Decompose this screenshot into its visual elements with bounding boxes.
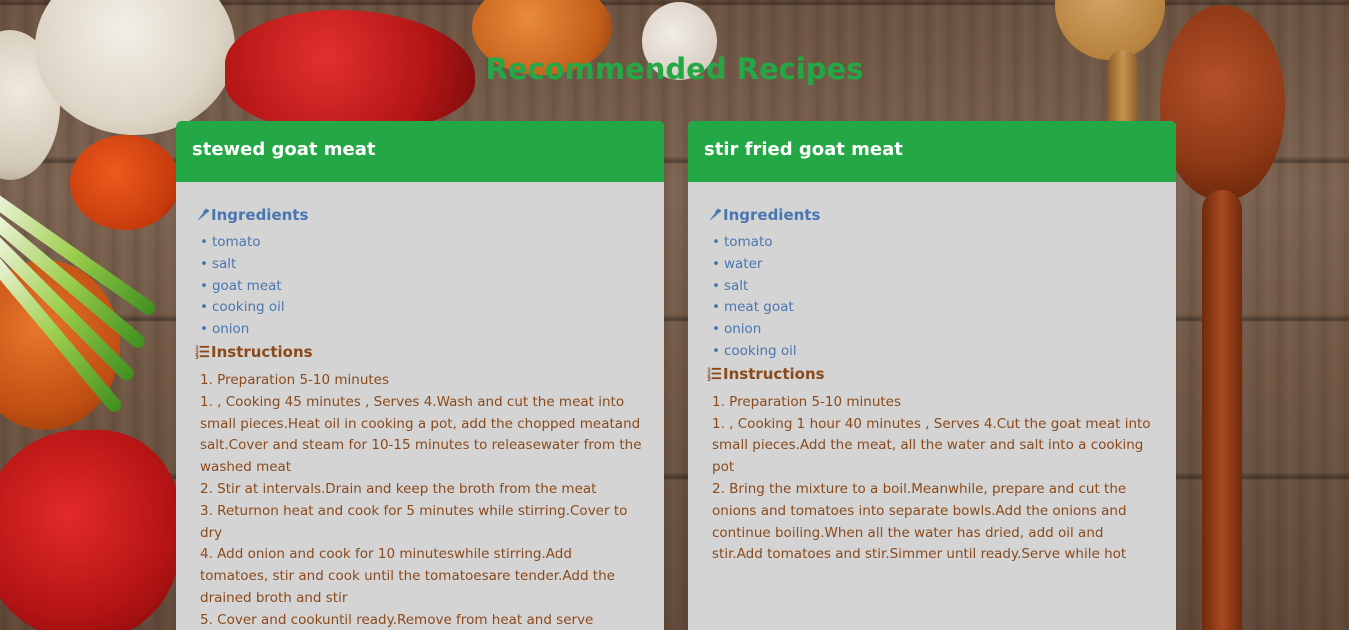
ingredients-heading-label: Ingredients	[211, 206, 309, 224]
instructions-list: 1. Preparation 5-10 minutes 1. , Cooking…	[707, 392, 1156, 566]
carrot-icon	[196, 208, 210, 221]
recipe-body: Ingredients tomato water salt meat goat …	[688, 182, 1176, 566]
tomato-image	[70, 135, 180, 230]
list-ol-icon: 1 2 3	[195, 346, 210, 359]
svg-text:3: 3	[195, 355, 199, 359]
list-item: goat meat	[200, 276, 644, 298]
wooden-spoon-image	[1055, 0, 1165, 60]
list-item: tomato	[712, 232, 1156, 254]
list-item: cooking oil	[712, 341, 1156, 363]
recipe-card: stewed goat meat Ingredients tomato salt…	[176, 121, 664, 630]
list-item: 4. Add onion and cook for 10 minuteswhil…	[200, 546, 615, 606]
wooden-spoon-image	[1160, 5, 1285, 200]
list-item: onion	[712, 319, 1156, 341]
ingredients-heading: Ingredients	[707, 204, 1156, 226]
wooden-spoon-handle	[1202, 190, 1242, 630]
carrot-icon	[708, 208, 722, 221]
page-title: Recommended Recipes	[485, 52, 864, 86]
ingredients-list: tomato salt goat meat cooking oil onion	[195, 232, 644, 341]
red-pepper-image	[0, 430, 180, 630]
ingredients-list: tomato water salt meat goat onion cookin…	[707, 232, 1156, 363]
list-item: cooking oil	[200, 297, 644, 319]
svg-text:3: 3	[707, 377, 711, 381]
recipe-title: stir fried goat meat	[688, 121, 1176, 182]
list-item: water	[712, 254, 1156, 276]
page: Recommended Recipes stewed goat meat Ing…	[0, 0, 1349, 630]
list-item: salt	[712, 276, 1156, 298]
ingredients-heading: Ingredients	[195, 204, 644, 226]
list-ol-icon: 1 2 3	[707, 368, 722, 381]
list-item: 2. Bring the mixture to a boil.Meanwhile…	[712, 480, 1127, 563]
list-item: 1. , Cooking 1 hour 40 minutes , Serves …	[712, 415, 1151, 476]
ingredients-heading-label: Ingredients	[723, 206, 821, 224]
instructions-heading-label: Instructions	[723, 364, 825, 383]
list-item: tomato	[200, 232, 644, 254]
recipe-card: stir fried goat meat Ingredients tomato …	[688, 121, 1176, 630]
instructions-heading: 1 2 3 Instructions	[195, 341, 644, 363]
list-item: 1. , Cooking 45 minutes , Serves 4.Wash …	[200, 393, 642, 476]
recipe-title: stewed goat meat	[176, 121, 664, 182]
list-item: 1. Preparation 5-10 minutes	[200, 371, 390, 388]
list-item: meat goat	[712, 297, 1156, 319]
list-item: 5. Cover and cookuntil ready.Remove from…	[200, 611, 594, 628]
list-item: salt	[200, 254, 644, 276]
list-item: 1. Preparation 5-10 minutes	[712, 393, 902, 410]
recipe-body: Ingredients tomato salt goat meat cookin…	[176, 182, 664, 630]
instructions-list: 1. Preparation 5-10 minutes 1. , Cooking…	[195, 370, 644, 630]
list-item: 3. Returnon heat and cook for 5 minutes …	[200, 502, 628, 541]
instructions-heading-label: Instructions	[211, 342, 313, 361]
list-item: onion	[200, 319, 644, 341]
list-item: 2. Stir at intervals.Drain and keep the …	[200, 480, 597, 497]
instructions-heading: 1 2 3 Instructions	[707, 363, 1156, 385]
